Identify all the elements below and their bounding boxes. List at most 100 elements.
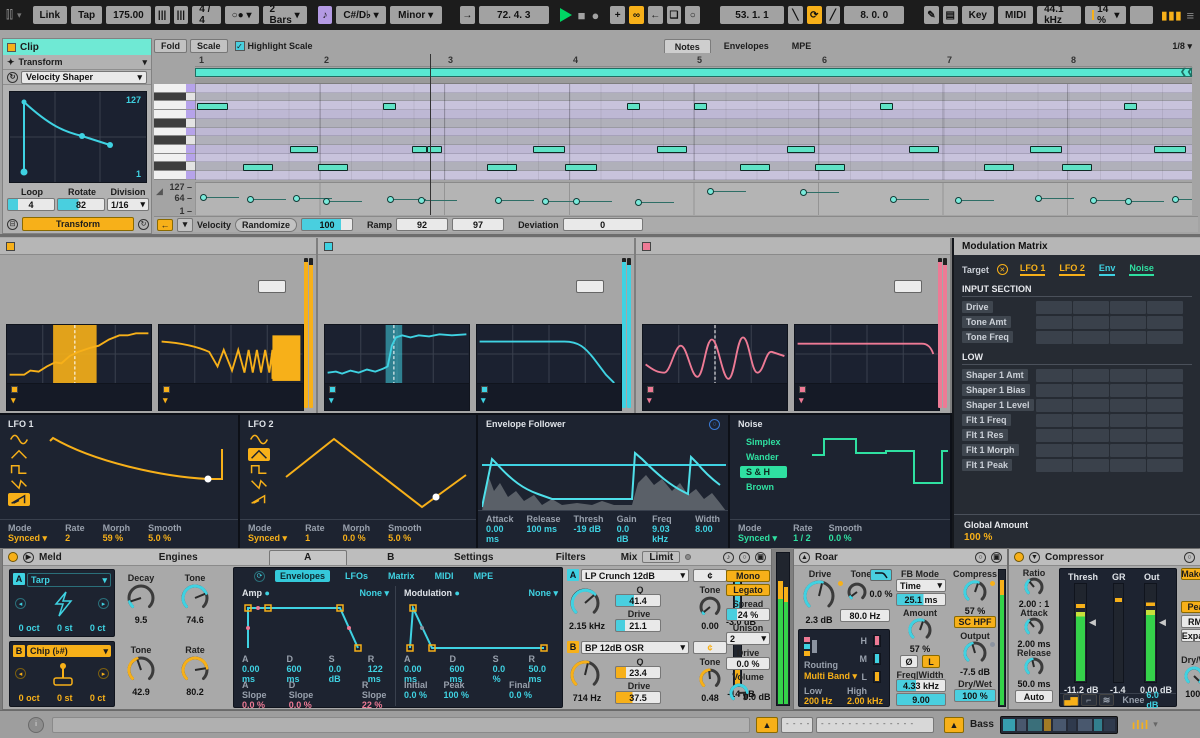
velocity-marker[interactable]	[890, 196, 897, 203]
lfo1-wave-icons[interactable]	[8, 431, 30, 508]
arrangement-position-field[interactable]: 72. 4. 3	[479, 6, 549, 24]
subtab-mpe[interactable]: MPE	[469, 570, 499, 582]
matrix-cell[interactable]	[1147, 301, 1183, 314]
xover-high-field[interactable]: 2.00 kHz	[847, 696, 883, 706]
matrix-row-label[interactable]: Flt 1 Freq	[962, 414, 1011, 426]
lfo1-morph[interactable]: 59 %	[103, 533, 124, 543]
lfo-wave-icon-triangle[interactable]	[248, 448, 270, 461]
engine-a-menu[interactable]: Tarp▾	[27, 573, 111, 587]
midi-note[interactable]	[290, 146, 318, 153]
routing-menu[interactable]: Multi Band ▾	[804, 671, 857, 682]
link-button[interactable]: Link	[33, 6, 68, 24]
midi-note[interactable]	[880, 103, 893, 110]
tab-mpe[interactable]: MPE	[782, 39, 822, 53]
matrix-cell[interactable]	[1110, 301, 1146, 314]
info-icon[interactable]: i	[28, 717, 44, 733]
matrix-row-label[interactable]: Shaper 1 Level	[962, 399, 1034, 411]
midi-note[interactable]	[815, 164, 845, 171]
band-activator-checkbox[interactable]	[642, 242, 651, 251]
out-meter[interactable]	[1144, 583, 1157, 683]
noise-smooth[interactable]: 0.0 %	[829, 533, 852, 543]
engine-b-prev-icon[interactable]: ◂	[15, 668, 26, 679]
roar-save-icon[interactable]: ▣	[991, 552, 1002, 563]
filter-a-freq-knob[interactable]	[569, 587, 601, 619]
engine-b-oct[interactable]: 0 oct	[19, 693, 40, 703]
piano-key[interactable]	[154, 128, 186, 137]
filter-display[interactable]	[476, 324, 622, 384]
tempo-field[interactable]: 175.00	[106, 6, 151, 24]
tab-envelopes[interactable]: Envelopes	[714, 39, 779, 53]
meld-activator-led[interactable]	[8, 552, 18, 562]
roar-hot-swap-icon[interactable]: ○	[975, 552, 986, 563]
midi-note[interactable]	[383, 103, 396, 110]
loop-start-field[interactable]: 53. 1. 1	[720, 6, 784, 24]
midi-note[interactable]	[627, 103, 640, 110]
matrix-cell[interactable]	[1036, 316, 1072, 329]
velocity-marker[interactable]	[323, 198, 330, 205]
knee-value[interactable]: 6.0 dB	[1146, 690, 1173, 710]
noise-display[interactable]	[812, 431, 948, 515]
envf-param-release[interactable]: Release100 ms	[527, 514, 561, 544]
roar-output-knob[interactable]	[962, 640, 988, 666]
tab-notes[interactable]: Notes	[664, 39, 711, 53]
lfo1-mode-menu[interactable]: Synced ▾	[8, 533, 47, 543]
session-record-button[interactable]: ○	[685, 6, 700, 24]
midi-note[interactable]	[1030, 146, 1062, 153]
roar-compress-knob[interactable]	[962, 579, 988, 605]
band-activator-checkbox[interactable]	[324, 242, 333, 251]
note-grid-row[interactable]	[195, 93, 1192, 102]
capture-midi-button[interactable]: ❏	[667, 6, 682, 24]
lfo2-smooth[interactable]: 5.0 %	[388, 533, 411, 543]
subtab-envelopes[interactable]: Envelopes	[275, 570, 330, 582]
expand-button[interactable]: Expand	[1181, 629, 1200, 642]
engine-b-menu[interactable]: Chip (♭#)▾	[27, 645, 111, 657]
performance-meter-icon[interactable]: ılıl	[1132, 718, 1149, 732]
velocity-marker[interactable]	[200, 194, 207, 201]
matrix-cell[interactable]	[1036, 399, 1072, 412]
band-filter-type-menu[interactable]: ▾	[163, 395, 168, 405]
sidechain-routing-icon[interactable]: ○	[709, 419, 720, 430]
compressor-hot-swap-icon[interactable]: ○	[1184, 552, 1195, 563]
release-knob[interactable]	[1023, 656, 1045, 678]
piano-key[interactable]	[154, 162, 186, 171]
matrix-cell[interactable]	[1036, 414, 1072, 427]
engine-a-prev-icon[interactable]: ◂	[15, 598, 26, 609]
piano-key[interactable]	[154, 84, 186, 93]
matrix-row-label[interactable]: Flt 1 Morph	[962, 444, 1019, 456]
global-amount-value[interactable]: 100 %	[964, 532, 1190, 543]
roar-drive-knob[interactable]	[802, 579, 836, 613]
midi-note[interactable]	[243, 164, 273, 171]
band-header[interactable]	[0, 238, 316, 255]
fb-freq-field[interactable]: 4.33 kHz	[896, 679, 946, 692]
transform-tool-menu[interactable]: Velocity Shaper▾	[21, 71, 147, 84]
matrix-cell[interactable]	[1110, 331, 1146, 344]
noise-type-brown[interactable]: Brown	[740, 481, 787, 493]
shaper-type-menu[interactable]: ▾	[11, 395, 16, 405]
pre-button[interactable]	[258, 280, 286, 293]
randomize-button[interactable]: Randomize	[235, 218, 297, 232]
piano-key[interactable]	[154, 154, 186, 163]
lfo-wave-icon-square[interactable]	[8, 463, 30, 476]
clip-color-swatch[interactable]	[7, 43, 16, 52]
filter-display[interactable]	[794, 324, 940, 384]
shaper-display[interactable]	[324, 324, 470, 384]
amp-d-slope[interactable]: 0.0 %	[289, 700, 312, 710]
division-menu[interactable]: 1/16▾	[107, 198, 149, 211]
note-grid-row[interactable]	[195, 128, 1192, 137]
piano-key[interactable]	[154, 93, 186, 102]
lfo1-rate[interactable]: 2	[65, 533, 70, 543]
transform-section-chooser[interactable]: ✦Transform▾	[3, 55, 151, 70]
matrix-cell[interactable]	[1073, 399, 1109, 412]
matrix-header[interactable]: Modulation Matrix	[954, 238, 1200, 255]
quantize-menu[interactable]: ○● ▾	[225, 6, 259, 24]
lfo2-wave-icons[interactable]	[248, 431, 270, 508]
midi-note[interactable]	[412, 146, 427, 153]
thresh-handle[interactable]: ◀	[1089, 617, 1096, 628]
subtab-midi[interactable]: MIDI	[430, 570, 459, 582]
note-grid-row[interactable]	[195, 110, 1192, 119]
matrix-cell[interactable]	[1036, 384, 1072, 397]
midi-note[interactable]	[1062, 164, 1092, 171]
rms-button[interactable]: RMS	[1181, 615, 1200, 628]
midi-note[interactable]	[694, 103, 707, 110]
activity-view-icon[interactable]: ▄▆	[1063, 694, 1079, 706]
